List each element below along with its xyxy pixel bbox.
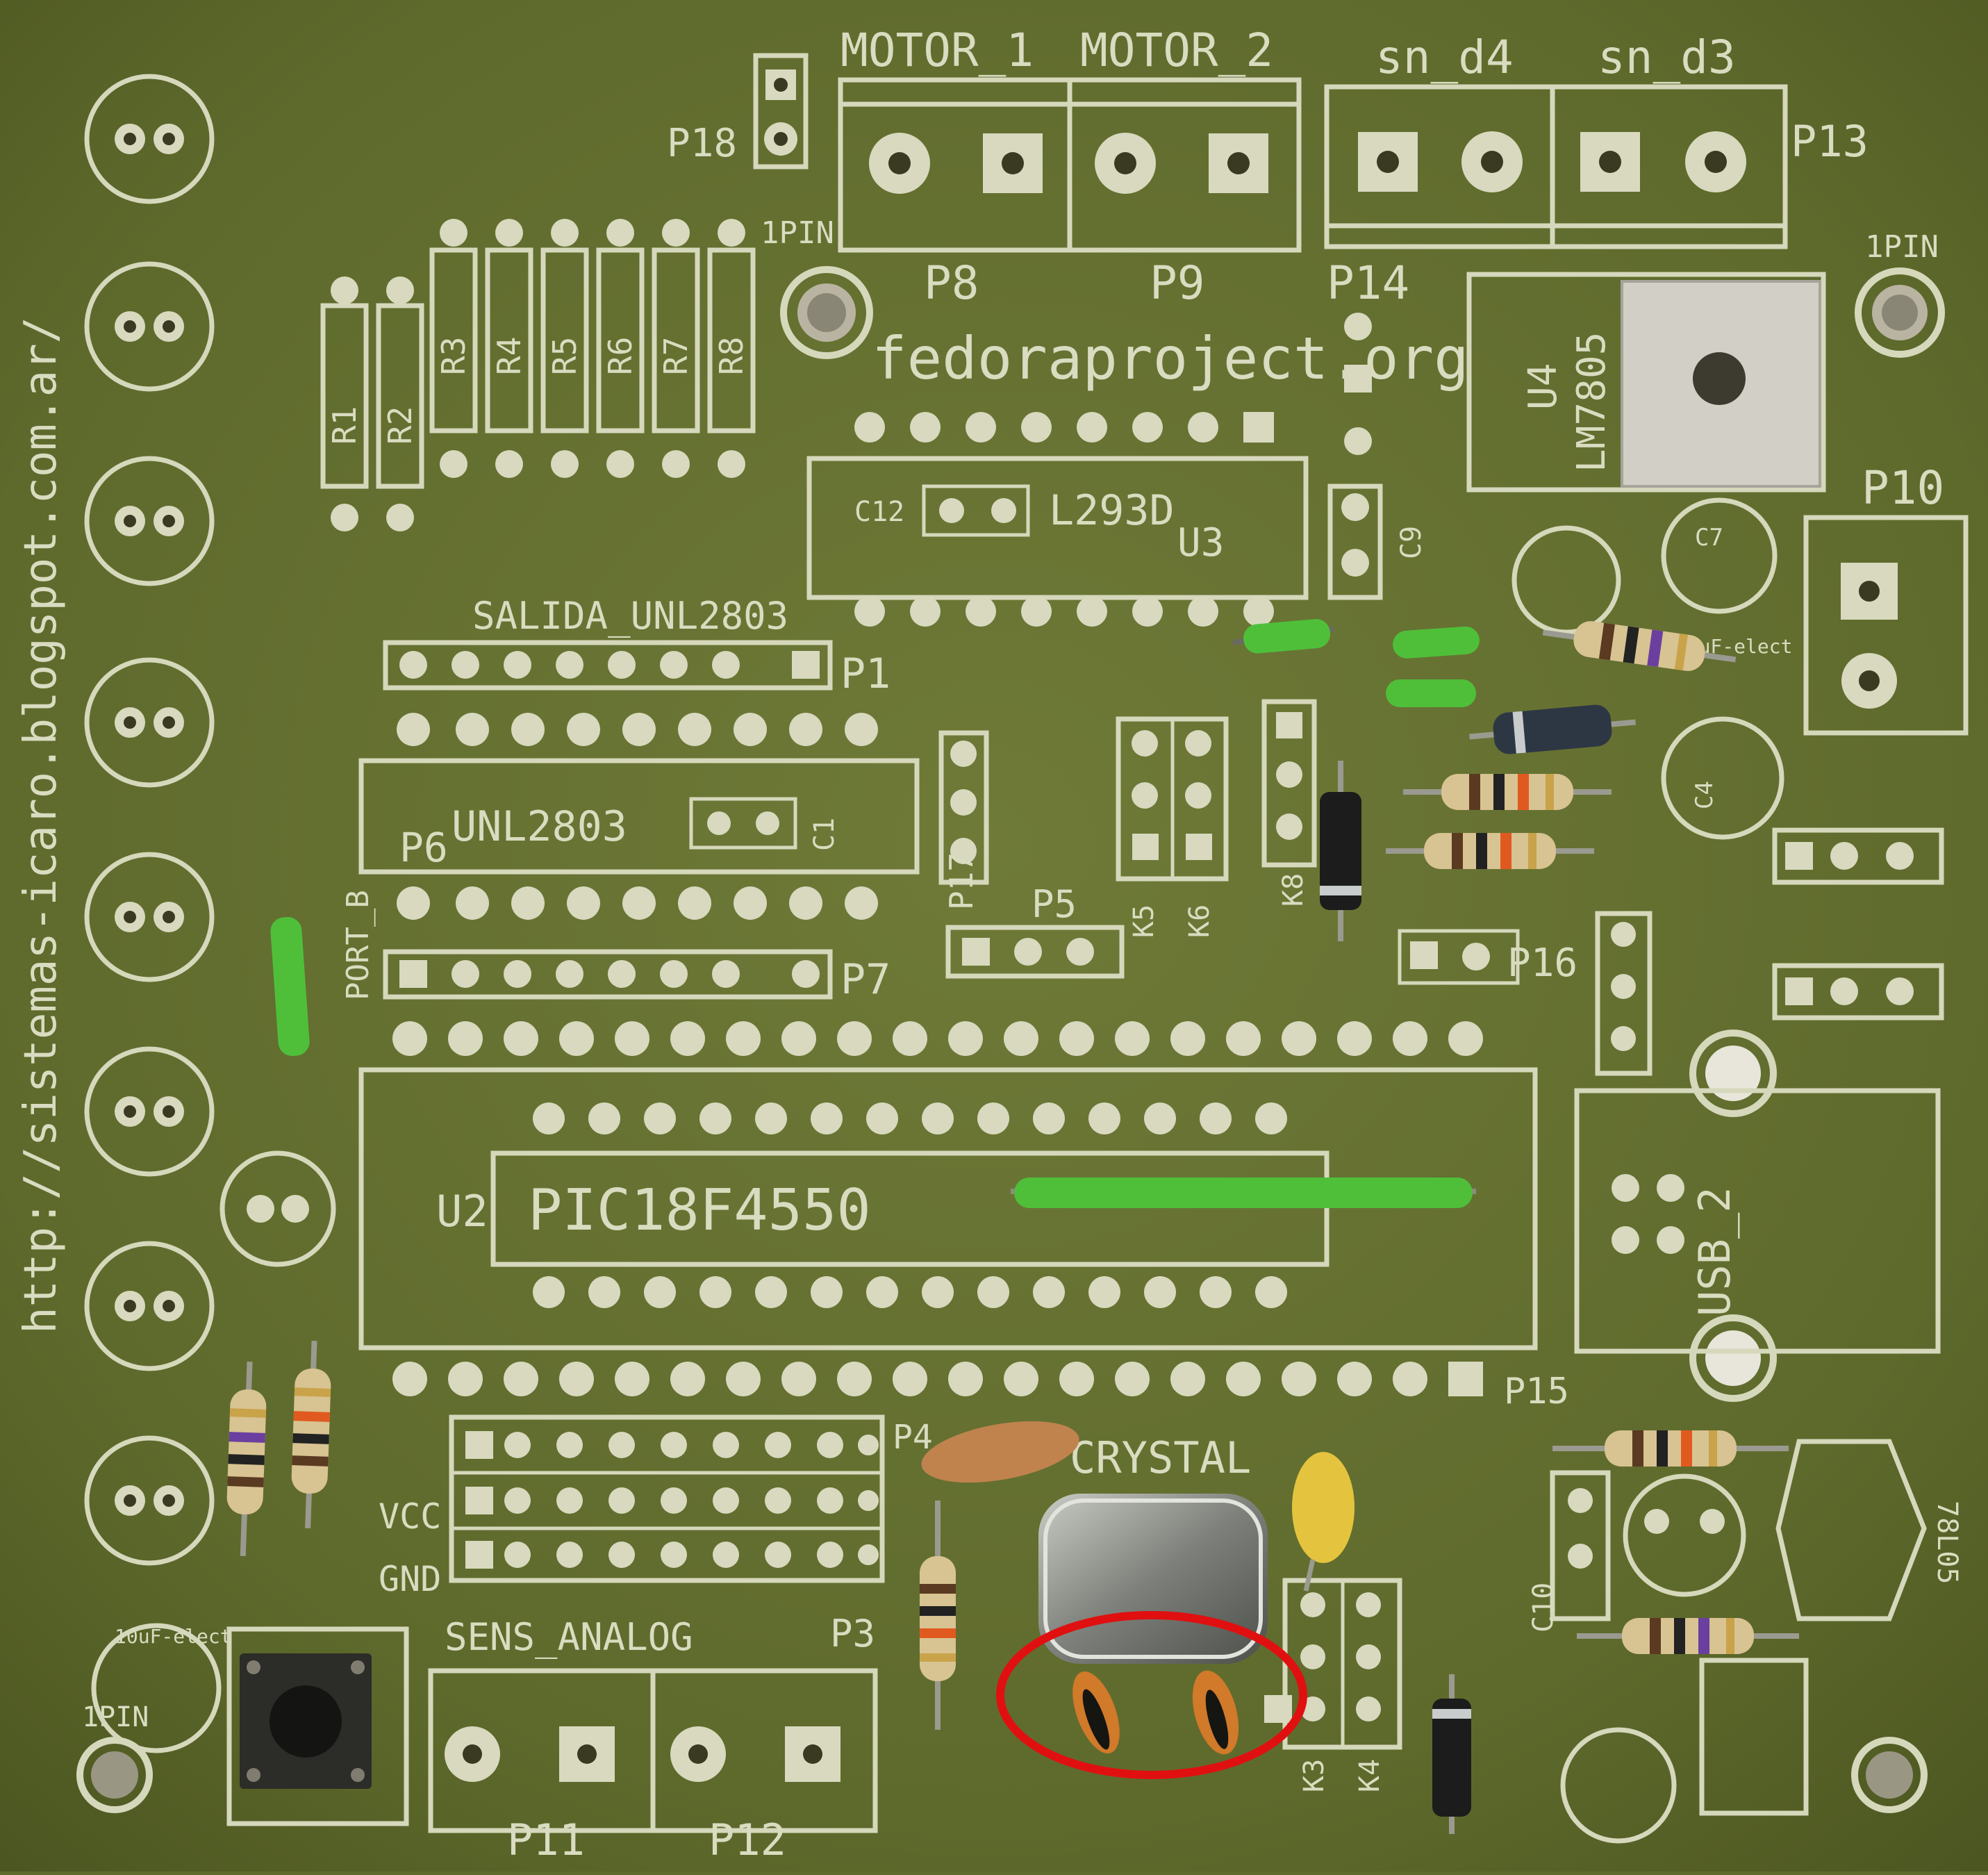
pic-label: PIC18F4550 bbox=[528, 1178, 871, 1244]
r2-label: R2 bbox=[381, 406, 419, 445]
c10-label: C10 bbox=[1527, 1583, 1559, 1633]
sens-analog-label: SENS_ANALOG bbox=[445, 1615, 693, 1659]
r5-label: R5 bbox=[546, 337, 583, 375]
p1-label: P1 bbox=[840, 650, 891, 698]
r3-label: R3 bbox=[435, 337, 472, 375]
p12-label: P12 bbox=[709, 1815, 786, 1865]
k6-label: K6 bbox=[1184, 905, 1216, 938]
p8-label: P8 bbox=[924, 256, 979, 310]
p13-label: P13 bbox=[1791, 116, 1869, 167]
gnd-label: GND bbox=[379, 1559, 441, 1599]
u3-label: U3 bbox=[1177, 520, 1224, 565]
p9-label: P9 bbox=[1150, 256, 1204, 310]
push-button bbox=[240, 1653, 372, 1789]
c9-label: C9 bbox=[1395, 526, 1427, 559]
c4-label: C4 bbox=[1691, 781, 1718, 809]
p4-label: P4 bbox=[893, 1418, 933, 1457]
crystal-label: CRYSTAL bbox=[1070, 1432, 1251, 1483]
motor2-label: MOTOR_2 bbox=[1080, 24, 1273, 77]
r1-label: R1 bbox=[326, 406, 363, 445]
c1-label: C1 bbox=[809, 818, 840, 851]
p3-label: P3 bbox=[830, 1612, 875, 1655]
k4-label: K4 bbox=[1354, 1759, 1386, 1792]
p10-label: P10 bbox=[1862, 461, 1944, 515]
sn-d3-label: sn_d3 bbox=[1598, 31, 1736, 84]
r7-label: R7 bbox=[657, 337, 695, 375]
p11-label: P11 bbox=[507, 1815, 585, 1865]
p5-label: P5 bbox=[1032, 882, 1077, 926]
sn-d4-label: sn_d4 bbox=[1375, 31, 1514, 84]
vcc-label: VCC bbox=[379, 1496, 441, 1537]
reg78-label: 78L05 bbox=[1931, 1501, 1963, 1584]
p17-label: P17 bbox=[943, 852, 980, 910]
p18-label: P18 bbox=[667, 121, 737, 166]
k8-label: K8 bbox=[1277, 873, 1309, 907]
r8-label: R8 bbox=[713, 337, 750, 375]
onepin-right: 1PIN bbox=[1865, 229, 1939, 265]
l293d-label: L293D bbox=[1049, 486, 1175, 535]
r6-label: R6 bbox=[602, 337, 639, 375]
c12-label: C12 bbox=[854, 496, 904, 528]
port-b-label: PORT_B bbox=[340, 890, 376, 1000]
c5-value: 10uF-elect bbox=[115, 1625, 232, 1648]
p15-label: P15 bbox=[1504, 1371, 1569, 1412]
motor1-label: MOTOR_1 bbox=[840, 24, 1034, 77]
pcb-photo: http://sistemas-icaro.blogspot.com.ar/ P… bbox=[0, 0, 1988, 1872]
onepin-top: 1PIN bbox=[761, 215, 834, 251]
unl2803-label: UNL2803 bbox=[452, 802, 627, 851]
u2-label: U2 bbox=[436, 1186, 488, 1237]
u4-label: U4 bbox=[1521, 363, 1566, 410]
onepin-bottom-left: 1PIN bbox=[82, 1701, 149, 1733]
p14-label: P14 bbox=[1327, 256, 1409, 310]
website-label: fedoraproject.org bbox=[872, 324, 1469, 393]
c7-label: C7 bbox=[1695, 524, 1723, 552]
lm7805-label: LM7805 bbox=[1569, 332, 1614, 472]
usb-label: USB_2 bbox=[1689, 1187, 1740, 1316]
p6-label: P6 bbox=[399, 824, 448, 871]
p16-label: P16 bbox=[1507, 941, 1577, 986]
k3-label: K3 bbox=[1298, 1759, 1330, 1792]
k5-label: K5 bbox=[1128, 905, 1160, 938]
salida-label: SALIDA_UNL2803 bbox=[472, 594, 788, 638]
blog-url: http://sistemas-icaro.blogspot.com.ar/ bbox=[15, 317, 67, 1334]
p7-label: P7 bbox=[840, 955, 891, 1004]
r4-label: R4 bbox=[490, 337, 528, 375]
